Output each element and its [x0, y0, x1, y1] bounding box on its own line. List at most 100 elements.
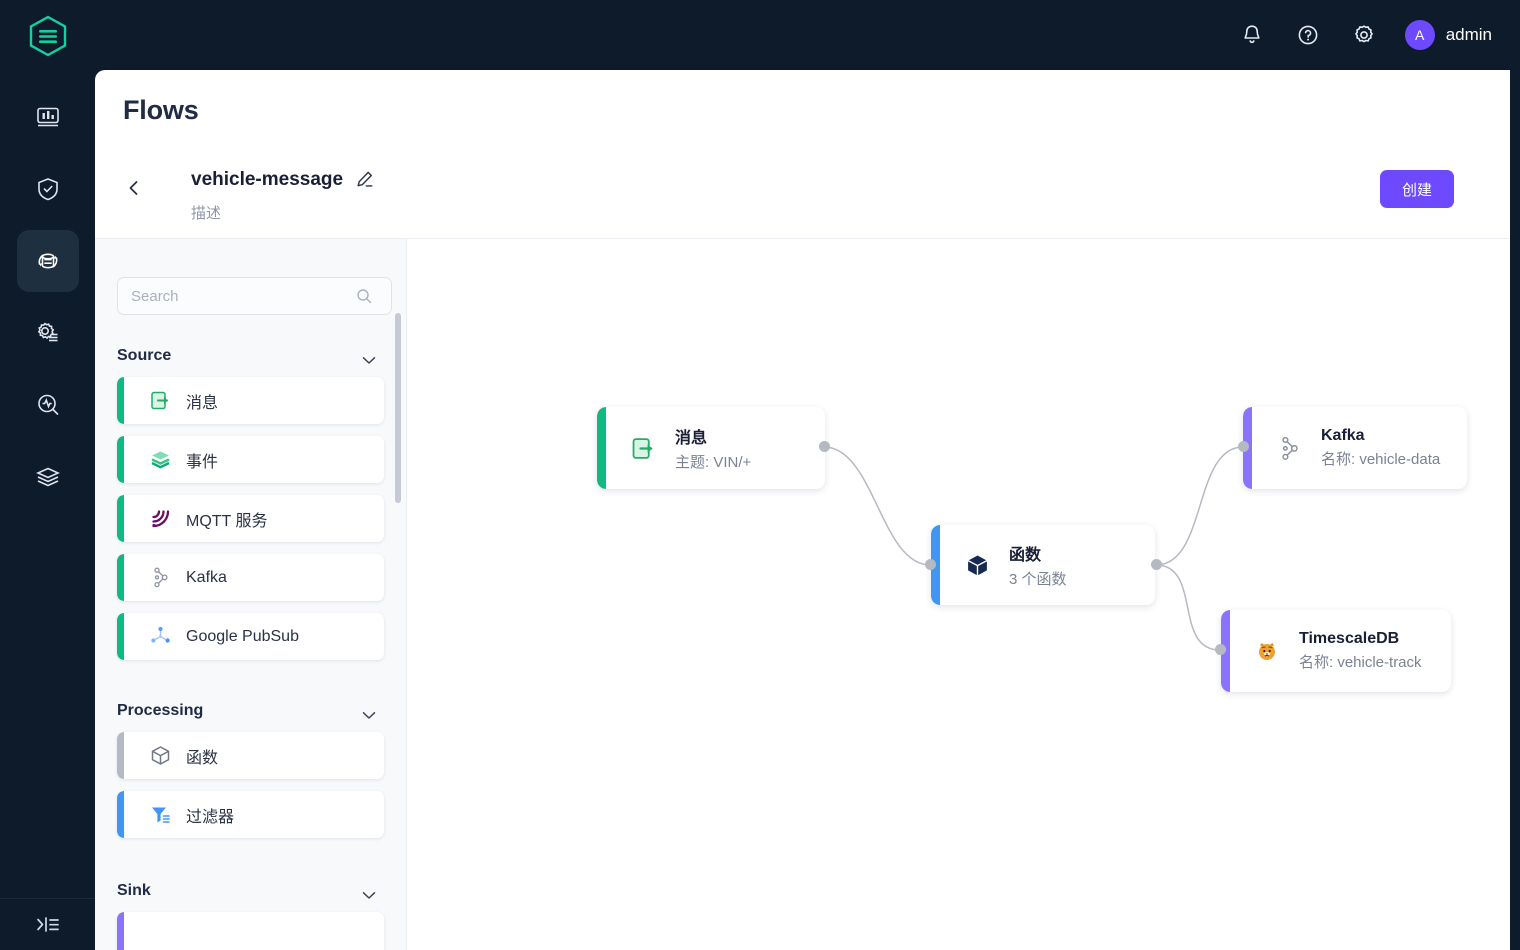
group-title: Source	[117, 347, 171, 365]
google-pubsub-icon	[148, 625, 172, 649]
flow-node-timescaledb[interactable]: TimescaleDB 名称: vehicle-track	[1221, 610, 1451, 692]
search-icon[interactable]	[356, 288, 372, 304]
flow-name-label: vehicle-message	[191, 169, 343, 191]
rail-item-monitoring[interactable]	[17, 374, 79, 436]
message-export-icon	[629, 434, 657, 462]
palette-item-label: Kafka	[186, 569, 227, 587]
node-title: TimescaleDB	[1299, 630, 1422, 648]
node-handle-function-in[interactable]	[925, 559, 936, 570]
function-cube-icon	[148, 744, 172, 768]
search-field-wrap	[117, 277, 384, 315]
rail-item-resources[interactable]	[17, 446, 79, 508]
function-cube-icon	[963, 551, 991, 579]
chevron-left-icon[interactable]	[123, 177, 145, 199]
timescale-tiger-icon	[1253, 637, 1281, 665]
top-bar: A admin	[95, 0, 1520, 70]
group-title: Processing	[117, 702, 203, 720]
user-menu[interactable]: A admin	[1405, 20, 1492, 50]
node-text: 消息 主题: VIN/+	[675, 424, 751, 472]
palette-item-google-pubsub[interactable]: Google PubSub	[117, 613, 384, 660]
node-text: Kafka 名称: vehicle-data	[1321, 427, 1440, 469]
chevron-down-icon[interactable]	[362, 352, 376, 361]
event-layers-icon	[148, 448, 172, 472]
node-title: Kafka	[1321, 427, 1440, 445]
rail-item-list	[17, 86, 79, 508]
node-handle-message-out[interactable]	[819, 441, 830, 452]
rail-collapse-button[interactable]	[0, 898, 95, 950]
bell-icon[interactable]	[1237, 20, 1267, 50]
rail-item-security[interactable]	[17, 158, 79, 220]
accent-bar	[117, 613, 124, 660]
palette-item-event[interactable]: 事件	[117, 436, 384, 483]
node-title: 函数	[1009, 541, 1067, 565]
flow-header: vehicle-message 描述 创建	[123, 162, 1482, 234]
node-subtitle: 名称: vehicle-track	[1299, 651, 1422, 672]
accent-bar	[117, 377, 124, 424]
flow-canvas[interactable]: 消息 主题: VIN/+ 函数 3 个函数	[407, 239, 1510, 950]
palette-item-mqtt[interactable]: MQTT 服务	[117, 495, 384, 542]
group-header-sink[interactable]: Sink	[117, 882, 384, 900]
node-handle-function-out[interactable]	[1151, 559, 1162, 570]
page-title: Flows	[123, 95, 199, 126]
rail-item-dashboard[interactable]	[17, 86, 79, 148]
accent-bar	[117, 791, 124, 838]
accent-bar	[117, 436, 124, 483]
app-logo-icon[interactable]	[24, 12, 72, 60]
palette-scrollbar-thumb[interactable]	[395, 313, 401, 503]
create-button[interactable]: 创建	[1380, 170, 1454, 208]
rail-item-flows[interactable]	[17, 230, 79, 292]
accent-bar	[117, 554, 124, 601]
left-nav-rail	[0, 0, 95, 950]
palette-item-function[interactable]: 函数	[117, 732, 384, 779]
flow-node-function[interactable]: 函数 3 个函数	[931, 525, 1155, 605]
mqtt-signal-icon	[148, 507, 172, 531]
content-card: Flows vehicle-message 描述 创建	[95, 70, 1510, 950]
node-handle-kafka-in[interactable]	[1238, 441, 1249, 452]
edge-message-to-function	[824, 447, 930, 565]
palette-item-filter[interactable]: 过滤器	[117, 791, 384, 838]
accent-bar	[117, 732, 124, 779]
group-header-processing[interactable]: Processing	[117, 702, 384, 720]
node-subtitle: 主题: VIN/+	[675, 451, 751, 472]
node-text: 函数 3 个函数	[1009, 541, 1067, 589]
group-title: Sink	[117, 882, 151, 900]
node-text: TimescaleDB 名称: vehicle-track	[1299, 630, 1422, 672]
flow-node-message[interactable]: 消息 主题: VIN/+	[597, 407, 825, 489]
gear-icon[interactable]	[1349, 20, 1379, 50]
palette-item-sink-first[interactable]	[117, 912, 384, 950]
rail-item-rules[interactable]	[17, 302, 79, 364]
pencil-edit-icon[interactable]	[355, 170, 375, 190]
palette-item-label: 函数	[186, 744, 218, 768]
filter-icon	[148, 803, 172, 827]
palette-item-label: 消息	[186, 389, 218, 413]
chevron-down-icon[interactable]	[362, 887, 376, 896]
app-root: A admin Flows vehicle-message 描述 创建	[0, 0, 1520, 950]
edge-function-to-kafka	[1156, 447, 1243, 565]
edge-function-to-timescaledb	[1156, 565, 1220, 650]
palette-item-message[interactable]: 消息	[117, 377, 384, 424]
palette-item-label: 事件	[186, 448, 218, 472]
node-title: 消息	[675, 424, 751, 448]
palette-item-label: 过滤器	[186, 803, 234, 827]
flow-description: 描述	[191, 202, 221, 223]
user-name-label: admin	[1446, 25, 1492, 45]
node-handle-timescaledb-in[interactable]	[1215, 644, 1226, 655]
message-export-icon	[148, 389, 172, 413]
node-subtitle: 3 个函数	[1009, 568, 1067, 589]
chevron-down-icon[interactable]	[362, 707, 376, 716]
node-accent-bar	[597, 407, 606, 489]
kafka-nodes-icon	[148, 566, 172, 590]
palette-item-kafka[interactable]: Kafka	[117, 554, 384, 601]
node-subtitle: 名称: vehicle-data	[1321, 448, 1440, 469]
kafka-nodes-icon	[1275, 434, 1303, 462]
palette-item-label: MQTT 服务	[186, 507, 267, 531]
question-circle-icon[interactable]	[1293, 20, 1323, 50]
node-palette: Source 消息	[95, 239, 406, 950]
flow-node-kafka[interactable]: Kafka 名称: vehicle-data	[1243, 407, 1467, 489]
avatar: A	[1405, 20, 1435, 50]
group-header-source[interactable]: Source	[117, 347, 384, 365]
accent-bar	[117, 912, 124, 950]
search-input[interactable]	[117, 277, 392, 315]
accent-bar	[117, 495, 124, 542]
palette-item-label: Google PubSub	[186, 628, 299, 646]
